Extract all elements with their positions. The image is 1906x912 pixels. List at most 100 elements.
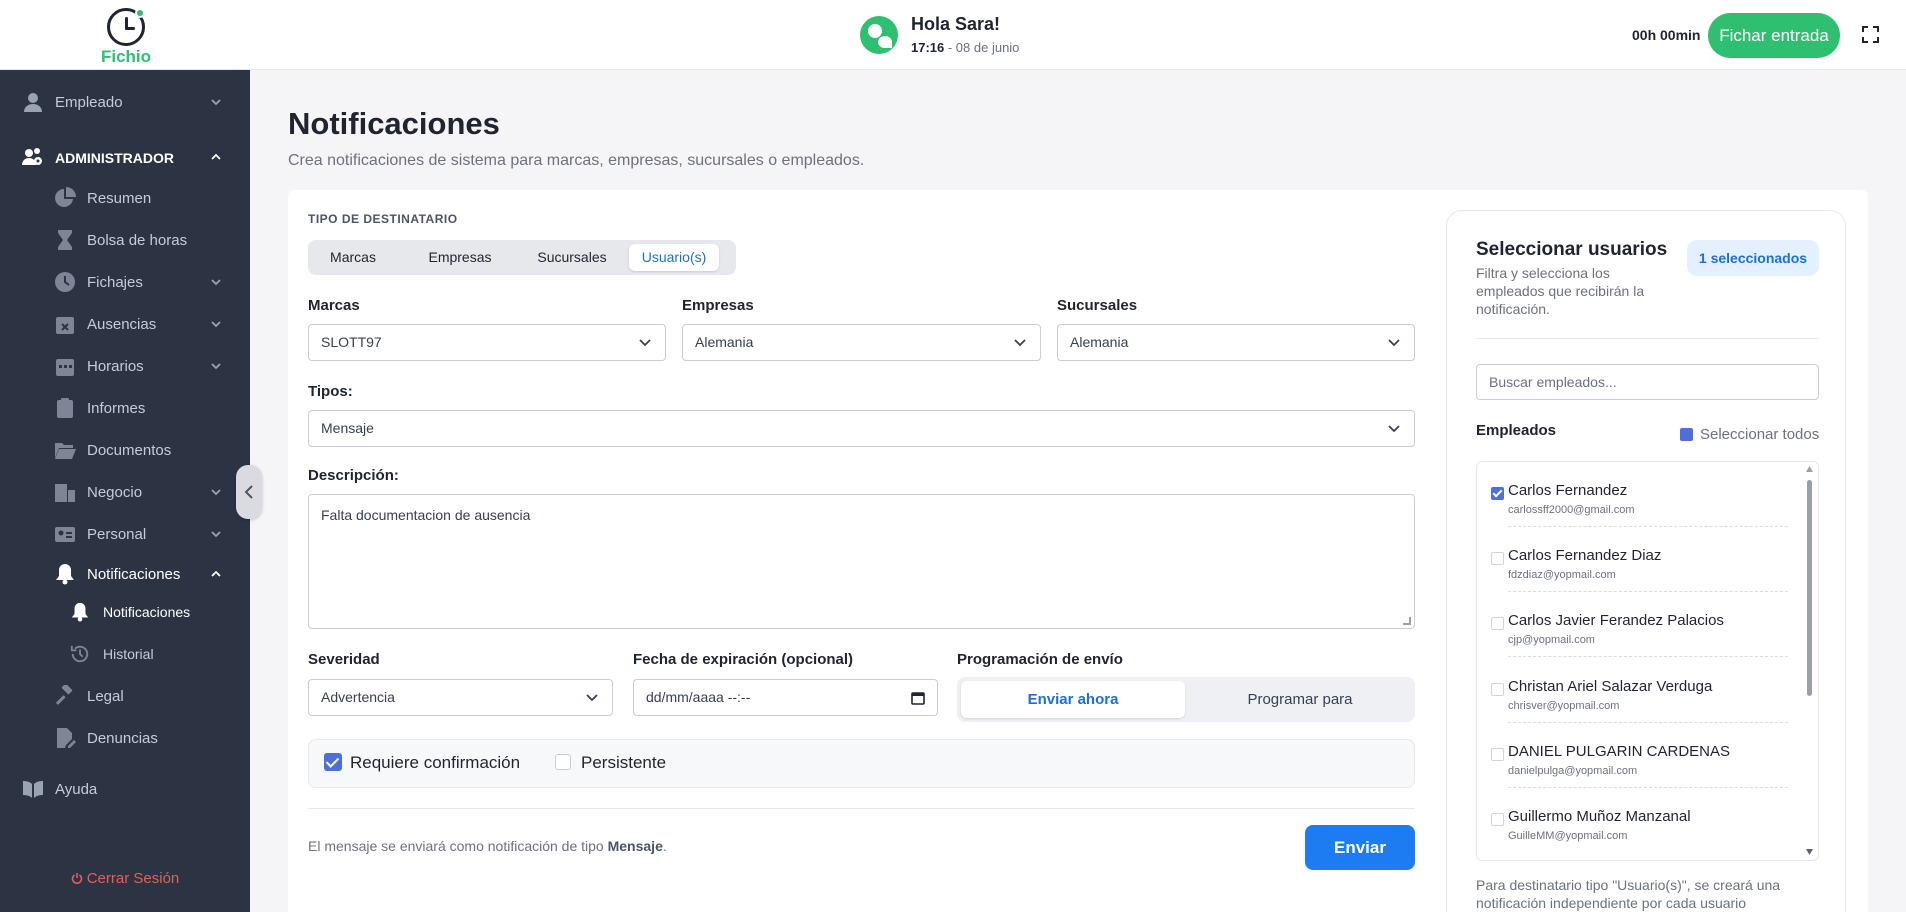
list-item[interactable]: Carlos Fernandez carlossff2000@gmail.com [1477, 462, 1797, 527]
sidebar-item-administrador[interactable]: ADMINISTRADOR [0, 139, 250, 175]
sidebar-item-label: Ayuda [55, 781, 98, 798]
employee-email: cjp@yopmail.com [1508, 634, 1595, 646]
employee-checkbox[interactable] [1491, 617, 1504, 630]
sidebar-subitem-historial[interactable]: Historial [0, 636, 250, 672]
sidebar-item-label: Horarios [87, 358, 144, 375]
sidebar-item-resumen[interactable]: Resumen [0, 180, 250, 216]
bell-icon [56, 564, 74, 585]
sidebar-item-label: Negocio [87, 484, 143, 501]
tab-sucursales[interactable]: Sucursales [518, 244, 626, 271]
fecha-expiracion-input[interactable]: dd/mm/aaaa --:-- [633, 679, 938, 716]
severidad-select[interactable]: Advertencia [308, 679, 613, 716]
programacion-label: Programación de envío [957, 651, 1123, 668]
chevron-up-icon [211, 570, 221, 577]
sucursales-select[interactable]: Alemania [1057, 324, 1415, 361]
marcas-value: SLOTT97 [321, 334, 382, 350]
item-separator [1508, 656, 1788, 657]
clock-in-button[interactable]: Fichar entrada [1708, 13, 1840, 58]
user-panel-footnote: Para destinatario tipo "Usuario(s)", se … [1476, 877, 1781, 911]
resize-handle-icon[interactable] [1403, 617, 1411, 625]
tab-usuarios[interactable]: Usuario(s) [629, 244, 719, 271]
employee-checkbox[interactable] [1491, 748, 1504, 761]
fecha-placeholder: dd/mm/aaaa --:-- [646, 689, 751, 705]
chevron-down-icon [211, 321, 221, 328]
employee-name: Christan Ariel Salazar Verduga [1508, 678, 1713, 695]
sidebar-item-negocio[interactable]: Negocio [0, 474, 250, 510]
send-button[interactable]: Enviar [1305, 825, 1415, 870]
history-icon [70, 645, 89, 663]
scroll-down-icon[interactable] [1805, 848, 1814, 856]
sidebar-item-informes[interactable]: Informes [0, 390, 250, 426]
empresas-select[interactable]: Alemania [682, 324, 1041, 361]
current-datetime: 17:16 - 08 de junio [911, 40, 1019, 55]
sucursales-label: Sucursales [1057, 297, 1138, 314]
chevron-left-icon [244, 485, 253, 499]
logout-label: Cerrar Sesión [86, 870, 180, 887]
employee-checkbox[interactable] [1491, 813, 1504, 826]
descripcion-value: Falta documentacion de ausencia [321, 507, 531, 523]
persistente-label: Persistente [581, 753, 667, 772]
sidebar-item-label: Resumen [87, 190, 152, 207]
sidebar-item-denuncias[interactable]: Denuncias [0, 720, 250, 756]
sidebar-item-ayuda[interactable]: Ayuda [0, 771, 250, 807]
sidebar-item-label: Empleado [55, 94, 123, 111]
top-header: Fichio Hola Sara! 17:16 - 08 de junio 00… [0, 0, 1906, 70]
footer-prefix: El mensaje se enviará como notificación … [308, 838, 608, 854]
form-divider [308, 808, 1415, 809]
requiere-confirmacion-checkbox[interactable] [324, 753, 342, 771]
tab-marcas[interactable]: Marcas [316, 244, 390, 271]
employee-checkbox[interactable] [1491, 552, 1504, 565]
select-all-label[interactable]: Seleccionar todos [1700, 426, 1819, 443]
persistente-checkbox[interactable] [555, 754, 571, 770]
sidebar-item-notificaciones[interactable]: Notificaciones [0, 556, 250, 592]
list-item[interactable]: Carlos Fernandez Diaz fdzdiaz@yopmail.co… [1477, 527, 1797, 592]
employee-checkbox[interactable] [1491, 683, 1504, 696]
sidebar-item-label: Ausencias [87, 316, 157, 333]
user-icon [24, 93, 42, 112]
descripcion-textarea[interactable]: Falta documentacion de ausencia [308, 494, 1415, 629]
scroll-up-icon[interactable] [1805, 465, 1814, 473]
select-all-checkbox[interactable] [1680, 428, 1693, 441]
logo-text: Fichio [100, 47, 152, 66]
current-time: 17:16 [911, 40, 945, 55]
employee-name: Carlos Javier Ferandez Palacios [1508, 612, 1724, 629]
sidebar-item-ausencias[interactable]: Ausencias [0, 306, 250, 342]
employee-name: Guillermo Muñoz Manzanal [1508, 808, 1691, 825]
sidebar-item-label: Personal [87, 526, 147, 543]
sidebar-item-fichajes[interactable]: Fichajes [0, 264, 250, 300]
employee-search-input[interactable]: Buscar empleados... [1476, 364, 1819, 400]
page-title: Notificaciones [288, 106, 500, 141]
sidebar-item-label: Denuncias [87, 730, 158, 747]
tipos-select[interactable]: Mensaje [308, 410, 1415, 447]
marcas-select[interactable]: SLOTT97 [308, 324, 666, 361]
scrollbar-thumb[interactable] [1807, 480, 1812, 696]
sidebar-item-label: ADMINISTRADOR [55, 150, 174, 166]
employee-name: Carlos Fernandez Diaz [1508, 547, 1662, 564]
employee-checkbox[interactable] [1491, 487, 1504, 500]
tab-empresas[interactable]: Empresas [408, 244, 512, 271]
chevron-down-icon [586, 694, 598, 702]
sidebar-item-bolsa-horas[interactable]: Bolsa de horas [0, 222, 250, 258]
sidebar-item-horarios[interactable]: Horarios [0, 348, 250, 384]
sidebar-item-label: Fichajes [87, 274, 143, 291]
sidebar-item-legal[interactable]: Legal [0, 678, 250, 714]
logout-link[interactable]: Cerrar Sesión [0, 870, 250, 887]
sidebar-item-personal[interactable]: Personal [0, 516, 250, 552]
book-open-icon [23, 781, 43, 798]
send-now-option[interactable]: Enviar ahora [961, 681, 1185, 718]
list-item[interactable]: Guillermo Muñoz Manzanal GuilleMM@yopmai… [1477, 788, 1797, 853]
sidebar-item-documentos[interactable]: Documentos [0, 432, 250, 468]
schedule-for-option[interactable]: Programar para [1189, 681, 1411, 718]
list-item[interactable]: DANIEL PULGARIN CARDENAS danielpulga@yop… [1477, 723, 1797, 788]
sidebar-subitem-notificaciones[interactable]: Notificaciones [0, 594, 250, 630]
user-avatar[interactable] [860, 16, 898, 54]
app-logo[interactable]: Fichio [100, 8, 152, 67]
folder-open-icon [55, 443, 76, 459]
list-item[interactable]: Christan Ariel Salazar Verduga chrisver@… [1477, 658, 1797, 723]
chevron-down-icon [211, 99, 221, 106]
sidebar-collapse-toggle[interactable] [236, 465, 262, 519]
fullscreen-icon[interactable] [1862, 26, 1879, 43]
calendar-icon[interactable] [911, 691, 925, 705]
sidebar-item-empleado[interactable]: Empleado [0, 84, 250, 120]
list-item[interactable]: Carlos Javier Ferandez Palacios cjp@yopm… [1477, 592, 1797, 657]
